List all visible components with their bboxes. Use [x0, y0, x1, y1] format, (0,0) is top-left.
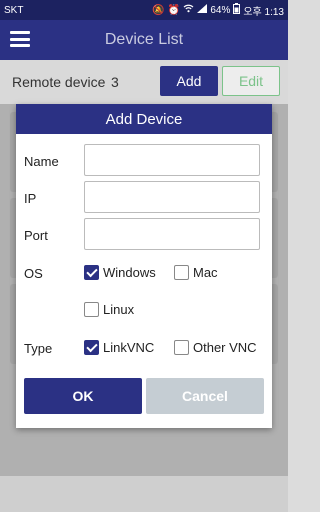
checkbox-icon [84, 265, 99, 280]
hamburger-menu-icon[interactable] [10, 31, 30, 47]
checkbox-icon [174, 340, 189, 355]
status-icons: 🔕 ⏰ 64% 오후 1:13 [152, 3, 284, 18]
os-linux-checkbox[interactable]: Linux [84, 302, 134, 317]
add-device-dialog: Add Device Name IP Port OS Windows Mac L… [16, 104, 272, 428]
mute-icon: 🔕 [152, 4, 165, 16]
os-windows-checkbox[interactable]: Windows [84, 265, 156, 280]
port-label: Port [24, 228, 48, 243]
carrier-label: SKT [4, 4, 24, 16]
remote-device-label: Remote device [12, 74, 106, 90]
type-othervnc-checkbox[interactable]: Other VNC [174, 340, 257, 355]
device-header-row: Remote device 3 Add Edit [0, 60, 288, 104]
os-windows-label: Windows [103, 265, 156, 280]
checkbox-icon [84, 340, 99, 355]
checkbox-icon [174, 265, 189, 280]
port-input[interactable] [84, 218, 260, 250]
os-label: OS [24, 266, 43, 281]
ok-button[interactable]: OK [24, 378, 142, 414]
checkbox-icon [84, 302, 99, 317]
cancel-button[interactable]: Cancel [146, 378, 264, 414]
device-count: 3 [111, 74, 119, 90]
os-linux-label: Linux [103, 302, 135, 317]
battery-icon [233, 3, 241, 17]
app-bar: Device List [0, 20, 288, 60]
dialog-title: Add Device [16, 104, 272, 134]
add-button[interactable]: Add [160, 66, 218, 96]
edit-button[interactable]: Edit [222, 66, 280, 96]
wifi-icon [183, 4, 194, 16]
type-label: Type [24, 341, 53, 356]
type-linkvnc-checkbox[interactable]: LinkVNC [84, 340, 154, 355]
name-label: Name [24, 154, 59, 169]
status-bar: SKT 🔕 ⏰ 64% 오후 1:13 [0, 0, 288, 20]
signal-icon [197, 4, 208, 16]
ip-label: IP [24, 191, 37, 206]
page-title: Device List [104, 31, 184, 48]
type-othervnc-label: Other VNC [193, 340, 257, 355]
battery-percent: 64% [210, 4, 231, 16]
os-mac-label: Mac [193, 265, 218, 280]
bottom-bar [0, 476, 288, 512]
clock: 오후 1:13 [243, 6, 284, 18]
name-input[interactable] [84, 144, 260, 176]
os-mac-checkbox[interactable]: Mac [174, 265, 218, 280]
alarm-icon: ⏰ [167, 4, 181, 16]
ip-input[interactable] [84, 181, 260, 213]
type-linkvnc-label: LinkVNC [103, 340, 155, 355]
